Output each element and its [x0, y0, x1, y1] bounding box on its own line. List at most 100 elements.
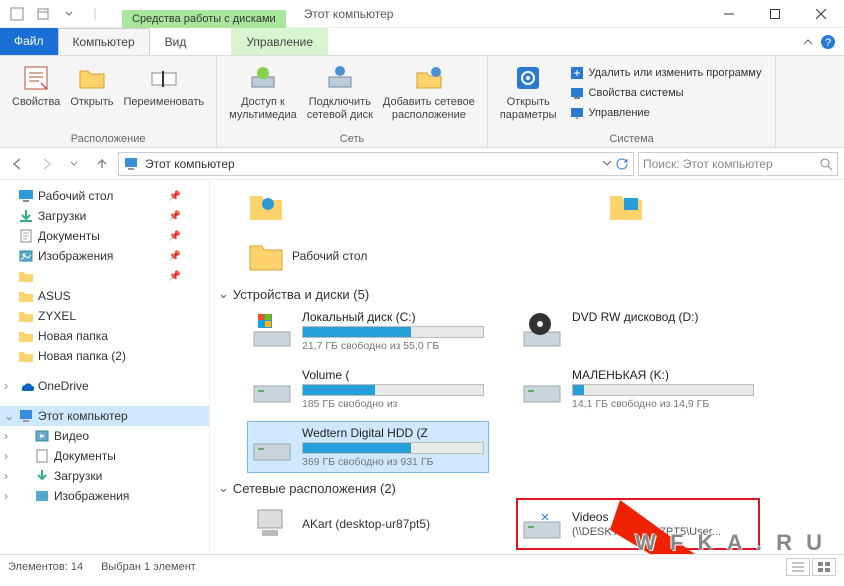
capacity-bar [302, 326, 484, 338]
section-network-header[interactable]: ⌄Сетевые расположения (2) [218, 480, 836, 496]
search-box[interactable]: Поиск: Этот компьютер [638, 152, 838, 176]
tree-newfolder[interactable]: Новая папка [0, 326, 209, 346]
folder-open-icon [76, 62, 108, 94]
tree-thispc[interactable]: ⌄Этот компьютер [0, 406, 209, 426]
minimize-button[interactable] [706, 0, 752, 28]
properties-button[interactable]: Свойства [8, 60, 64, 111]
open-settings-button[interactable]: Открыть параметры [496, 60, 561, 123]
title-bar: Средства работы с дисками Этот компьютер [0, 0, 844, 28]
drive-c[interactable]: Локальный диск (C:) 21,7 ГБ свободно из … [248, 306, 488, 356]
folder-desktop[interactable]: Рабочий стол [248, 234, 468, 278]
media-icon [247, 62, 279, 94]
quick-access-toolbar [0, 3, 112, 25]
folder-partial-1[interactable] [248, 184, 328, 228]
drive-wd-selected[interactable]: Wedtern Digital HDD (Z 369 ГБ свободно и… [248, 422, 488, 472]
tree-video[interactable]: ›Видео [0, 426, 209, 446]
pin-icon: 📌 [169, 191, 205, 202]
manage-icon [569, 105, 585, 121]
documents-icon [18, 228, 34, 244]
search-icon [819, 157, 833, 171]
nav-back-button[interactable] [6, 152, 30, 176]
chevron-down-icon[interactable]: ⌄ [4, 409, 14, 423]
group-network-label: Сеть [225, 131, 479, 145]
tree-asus[interactable]: ASUS [0, 286, 209, 306]
thispc-icon [123, 156, 139, 172]
maximize-button[interactable] [752, 0, 798, 28]
rename-icon [148, 62, 180, 94]
tree-onedrive[interactable]: ›OneDrive [0, 376, 209, 396]
settings-icon [512, 62, 544, 94]
tree-documents2[interactable]: ›Документы [0, 446, 209, 466]
manage-button[interactable]: Управление [565, 104, 766, 122]
view-large-icons-button[interactable] [812, 558, 836, 576]
content-pane[interactable]: Рабочий стол ⌄Устройства и диски (5) Лок… [210, 180, 844, 554]
map-drive-button[interactable]: Подключить сетевой диск [303, 60, 377, 123]
netloc-videos-highlighted[interactable]: Videos (\\DESKTOP-UR87PT5\User... [518, 500, 758, 548]
qat-dropdown[interactable] [58, 3, 80, 25]
manage-tab[interactable]: Управление [231, 28, 328, 55]
system-properties-button[interactable]: Свойства системы [565, 84, 766, 102]
svg-text:?: ? [825, 37, 831, 49]
open-button[interactable]: Открыть [66, 60, 117, 111]
ribbon-collapse-icon[interactable] [802, 36, 814, 48]
drive-os-icon [252, 310, 292, 350]
view-details-button[interactable] [786, 558, 810, 576]
pictures-icon [18, 248, 34, 264]
tree-blank-folder[interactable]: 📌 [0, 266, 209, 286]
computer-tab[interactable]: Компьютер [58, 28, 150, 55]
pin-icon: 📌 [169, 271, 205, 282]
uninstall-icon [569, 65, 585, 81]
folder-icon [18, 268, 34, 284]
tree-zyxel[interactable]: ZYXEL [0, 306, 209, 326]
nav-forward-button[interactable] [34, 152, 58, 176]
close-button[interactable] [798, 0, 844, 28]
file-tab[interactable]: Файл [0, 28, 58, 55]
tree-documents[interactable]: Документы📌 [0, 226, 209, 246]
network-drive-icon [522, 504, 562, 544]
address-bar[interactable]: Этот компьютер [118, 152, 634, 176]
media-access-button[interactable]: Доступ к мультимедиа [225, 60, 301, 123]
ribbon: Свойства Открыть Переименовать Расположе… [0, 56, 844, 148]
add-network-location-button[interactable]: Добавить сетевое расположение [379, 60, 479, 123]
help-icon[interactable]: ? [820, 34, 836, 50]
tree-downloads2[interactable]: ›Загрузки [0, 466, 209, 486]
address-dropdown-icon[interactable] [601, 157, 613, 169]
downloads-icon [18, 208, 34, 224]
context-tab-drive-tools[interactable]: Средства работы с дисками [122, 10, 286, 28]
status-selection: Выбран 1 элемент [101, 561, 196, 573]
tree-desktop[interactable]: Рабочий стол📌 [0, 186, 209, 206]
uninstall-program-button[interactable]: Удалить или изменить программу [565, 64, 766, 82]
drive-dvd[interactable]: DVD RW дисковод (D:) [518, 306, 758, 356]
view-tab[interactable]: Вид [150, 28, 202, 55]
onedrive-icon [18, 378, 34, 394]
group-location-label: Расположение [8, 131, 208, 145]
add-netloc-icon [413, 62, 445, 94]
rename-button[interactable]: Переименовать [120, 60, 209, 111]
nav-up-button[interactable] [90, 152, 114, 176]
desktop-icon [18, 188, 34, 204]
chevron-right-icon[interactable]: › [4, 379, 14, 393]
navigation-pane[interactable]: Рабочий стол📌 Загрузки📌 Документы📌 Изобр… [0, 180, 210, 554]
tree-downloads[interactable]: Загрузки📌 [0, 206, 209, 226]
folder-partial-2[interactable] [608, 184, 668, 228]
pin-icon: 📌 [169, 211, 205, 222]
status-bar: Элементов: 14 Выбран 1 элемент [0, 554, 844, 578]
qat-icon-2[interactable] [32, 3, 54, 25]
properties-icon [20, 62, 52, 94]
refresh-icon[interactable] [615, 157, 629, 171]
section-devices-header[interactable]: ⌄Устройства и диски (5) [218, 286, 836, 302]
nav-history-dropdown[interactable] [62, 152, 86, 176]
drive-volume[interactable]: Volume ( 185 ГБ свободно из [248, 364, 488, 414]
qat-icon-1[interactable] [6, 3, 28, 25]
tree-newfolder2[interactable]: Новая папка (2) [0, 346, 209, 366]
thispc-icon [18, 408, 34, 424]
chevron-down-icon: ⌄ [218, 286, 229, 302]
tree-pictures2[interactable]: ›Изображения [0, 486, 209, 506]
group-system-label: Система [496, 131, 768, 145]
ribbon-tabs: Файл Компьютер Вид Управление ? [0, 28, 844, 56]
tree-pictures[interactable]: Изображения📌 [0, 246, 209, 266]
drive-k[interactable]: МАЛЕНЬКАЯ (K:) 14,1 ГБ свободно из 14,9 … [518, 364, 758, 414]
status-item-count: Элементов: 14 [8, 561, 83, 573]
netloc-akart[interactable]: AKart (desktop-ur87pt5) [248, 500, 488, 548]
pin-icon: 📌 [169, 251, 205, 262]
